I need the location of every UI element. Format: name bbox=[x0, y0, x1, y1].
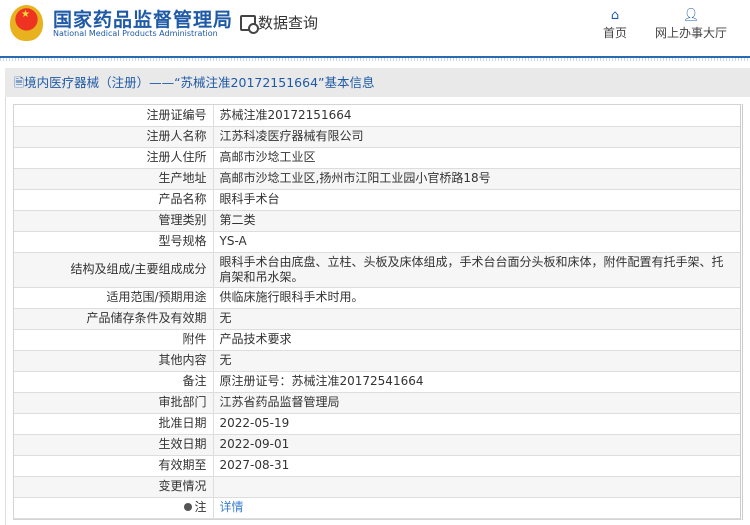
row-label: 适用范围/预期用途 bbox=[14, 287, 214, 309]
row-label: 产品名称 bbox=[14, 189, 214, 211]
frame-divider bbox=[5, 97, 6, 525]
table-row: 生效日期 2022-09-01 bbox=[14, 434, 740, 456]
table-row: 注册人住所 高邮市沙埝工业区 bbox=[14, 147, 740, 169]
row-label: 注 bbox=[14, 497, 214, 519]
row-value: 高邮市沙埝工业区 bbox=[213, 147, 740, 169]
row-value: 产品技术要求 bbox=[213, 329, 740, 351]
details-link[interactable]: 详情 bbox=[220, 500, 244, 514]
breadcrumb-text: 境内医疗器械（注册）——“苏械注准20172151664”基本信息 bbox=[24, 75, 375, 90]
row-label: 生效日期 bbox=[14, 434, 214, 456]
row-value: 江苏省药品监督管理局 bbox=[213, 392, 740, 414]
table-row: 审批部门 江苏省药品监督管理局 bbox=[14, 392, 740, 414]
search-document-icon bbox=[240, 14, 259, 34]
row-label: 生产地址 bbox=[14, 168, 214, 190]
data-query-title[interactable]: 数据查询 bbox=[240, 12, 319, 34]
row-value: 供临床施行眼科手术时用。 bbox=[213, 287, 740, 309]
row-value: 2027-08-31 bbox=[213, 455, 740, 477]
table-row-note: 注详情 bbox=[14, 497, 740, 519]
row-value: YS-A bbox=[213, 231, 740, 253]
table-row: 批准日期 2022-05-19 bbox=[14, 413, 740, 435]
row-value: 苏械注准20172151664 bbox=[213, 105, 740, 127]
table-row: 注册人名称 江苏科凌医疗器械有限公司 bbox=[14, 126, 740, 148]
table-row: 注册证编号 苏械注准20172151664 bbox=[14, 105, 740, 127]
data-query-label: 数据查询 bbox=[258, 14, 319, 32]
note-label: 注 bbox=[194, 500, 207, 514]
row-value bbox=[213, 476, 740, 498]
nav-online-hall-label: 网上办事大厅 bbox=[655, 26, 728, 40]
row-label: 结构及组成/主要组成成分 bbox=[14, 252, 214, 288]
table-row: 管理类别 第二类 bbox=[14, 210, 740, 232]
table-row: 产品储存条件及有效期无 bbox=[14, 308, 740, 330]
row-label: 注册人名称 bbox=[14, 126, 214, 148]
detail-table: 注册证编号 苏械注准20172151664 注册人名称 江苏科凌医疗器械有限公司 注册人… bbox=[13, 104, 743, 520]
user-icon: 👤︎ bbox=[682, 8, 700, 23]
row-value: 无 bbox=[213, 350, 740, 372]
row-label: 备注 bbox=[14, 371, 214, 393]
table-row: 变更情况 bbox=[14, 476, 740, 498]
logo-title[interactable]: 国家药品监督管理局 bbox=[53, 5, 233, 32]
row-label: 变更情况 bbox=[14, 476, 214, 498]
row-label: 审批部门 bbox=[14, 392, 214, 414]
row-label: 管理类别 bbox=[14, 210, 214, 232]
row-value: 详情 bbox=[213, 497, 740, 519]
table-row: 生产地址 高邮市沙埝工业区,扬州市江阳工业园小官桥路18号 bbox=[14, 168, 740, 190]
site-header: 国家药品监督管理局 National Medical Products Admi… bbox=[0, 0, 750, 61]
national-emblem-icon bbox=[10, 5, 43, 41]
table-row: 产品名称 眼科手术台 bbox=[14, 189, 740, 211]
row-value: 眼科手术台由底盘、立柱、头板及床体组成，手术台台面分头板和床体，附件配置有托手架… bbox=[213, 252, 740, 288]
row-label: 产品储存条件及有效期 bbox=[14, 308, 214, 330]
nav-online-hall[interactable]: 👤︎ 网上办事大厅 bbox=[655, 8, 727, 41]
row-label: 有效期至 bbox=[14, 455, 214, 477]
row-value: 2022-05-19 bbox=[213, 413, 740, 435]
row-value: 眼科手术台 bbox=[213, 189, 740, 211]
row-label: 附件 bbox=[14, 329, 214, 351]
table-row: 其他内容无 bbox=[14, 350, 740, 372]
row-label: 批准日期 bbox=[14, 413, 214, 435]
row-label: 其他内容 bbox=[14, 350, 214, 372]
row-label: 注册人住所 bbox=[14, 147, 214, 169]
row-label: 注册证编号 bbox=[14, 105, 214, 127]
table-row: 结构及组成/主要组成成分 眼科手术台由底盘、立柱、头板及床体组成，手术台台面分头板… bbox=[14, 252, 740, 288]
home-icon: ⌂ bbox=[610, 8, 620, 23]
row-value: 第二类 bbox=[213, 210, 740, 232]
row-value: 江苏科凌医疗器械有限公司 bbox=[213, 126, 740, 148]
table-row: 附件 产品技术要求 bbox=[14, 329, 740, 351]
nav-home[interactable]: ⌂ 首页 bbox=[603, 8, 627, 41]
table-row: 型号规格 YS-A bbox=[14, 231, 740, 253]
row-value: 无 bbox=[213, 308, 740, 330]
row-value: 2022-09-01 bbox=[213, 434, 740, 456]
table-row: 有效期至 2027-08-31 bbox=[14, 455, 740, 477]
pin-icon bbox=[184, 503, 193, 511]
row-value: 原注册证号：苏械注准20172541664 bbox=[213, 371, 740, 393]
nav-home-label: 首页 bbox=[603, 26, 628, 40]
breadcrumb: 🗎︎境内医疗器械（注册）——“苏械注准20172151664”基本信息 bbox=[5, 68, 750, 97]
table-row: 备注 原注册证号：苏械注准20172541664 bbox=[14, 371, 740, 393]
table-row: 适用范围/预期用途 供临床施行眼科手术时用。 bbox=[14, 287, 740, 309]
row-value: 高邮市沙埝工业区,扬州市江阳工业园小官桥路18号 bbox=[213, 168, 740, 190]
row-label: 型号规格 bbox=[14, 231, 214, 253]
logo-subtitle: National Medical Products Administration bbox=[53, 29, 218, 38]
